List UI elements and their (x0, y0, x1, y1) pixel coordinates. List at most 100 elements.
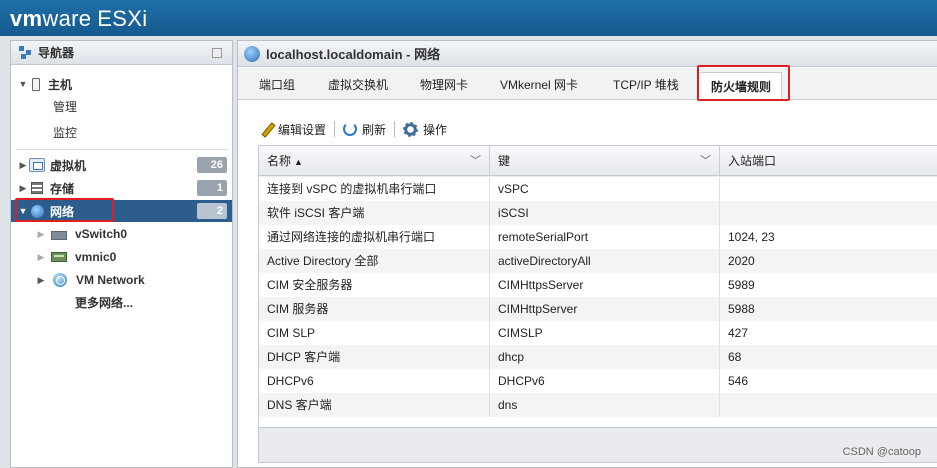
cell-inbound-ports (720, 177, 937, 201)
host-icon (32, 77, 40, 91)
expand-arrow-icon[interactable]: ▼ (17, 206, 29, 216)
expand-arrow-icon[interactable]: ▶ (17, 160, 29, 171)
cell-name: 通过网络连接的虚拟机串行端口 (259, 225, 490, 249)
cell-name: 连接到 vSPC 的虚拟机串行端口 (259, 177, 490, 201)
vswitch0-label: vSwitch0 (75, 227, 128, 241)
tab-physical-nics[interactable]: 物理网卡 (420, 76, 468, 93)
table-header: 名称 ▲ ﹀ 键 ﹀ 入站端口 (259, 146, 937, 176)
refresh-icon (343, 122, 358, 136)
cell-name: DHCPv6 (259, 369, 490, 393)
cell-inbound-ports: 68 (728, 350, 742, 364)
cell-key: remoteSerialPort (490, 225, 720, 249)
expand-arrow-icon[interactable]: ▼ (17, 79, 29, 89)
refresh-button[interactable]: 刷新 (343, 121, 386, 138)
table-row[interactable]: DNS 客户端 dns (259, 393, 937, 417)
vm-network-label: VM Network (76, 273, 145, 287)
tab-firewall-rules[interactable]: 防火墙规则 (698, 72, 783, 101)
tab-port-groups[interactable]: 端口组 (259, 76, 295, 93)
vmnic0-label: vmnic0 (75, 250, 117, 264)
column-header-inbound-ports[interactable]: 入站端口 (720, 146, 937, 176)
navigator-header: 导航器 (11, 41, 232, 65)
table-row[interactable]: CIM 服务器 CIMHttpServer 5988 (259, 297, 937, 321)
network-icon (31, 204, 44, 218)
column-header-name[interactable]: 名称 ▲ ﹀ (259, 146, 490, 176)
expand-arrow-icon[interactable]: ▶ (35, 275, 47, 286)
navigator-title: 导航器 (38, 46, 75, 60)
vms-count-badge: 26 (197, 157, 227, 173)
top-bar: vmware ESXi (0, 0, 937, 36)
vms-label: 虚拟机 (50, 158, 87, 173)
network-label: 网络 (50, 204, 75, 219)
expand-arrow-icon[interactable]: ▶ (17, 183, 29, 194)
cell-inbound-ports: 2020 (728, 254, 755, 268)
chevron-down-icon[interactable]: ﹀ (700, 146, 711, 176)
host-label: 主机 (48, 77, 73, 92)
expand-arrow-icon[interactable]: ▶ (35, 229, 47, 240)
toolbar-separator (334, 121, 336, 137)
switch-icon (51, 230, 67, 240)
gear-icon (403, 121, 419, 137)
tree-item-manage[interactable]: 管理 (11, 95, 232, 117)
main-header: localhost.localdomain - 网络 (238, 41, 937, 67)
column-name-label: 名称 (267, 154, 292, 168)
cell-inbound-ports: 5989 (728, 278, 755, 292)
column-key-label: 键 (498, 154, 511, 168)
more-networks-label: 更多网络... (75, 295, 134, 310)
table-row[interactable]: 通过网络连接的虚拟机串行端口 remoteSerialPort 1024, 23 (259, 225, 937, 249)
tree-item-storage[interactable]: ▶ 存储 1 (11, 177, 232, 199)
tree-item-vm-network[interactable]: ▶ VM Network (11, 269, 232, 291)
table-row[interactable]: DHCPv6 DHCPv6 546 (259, 369, 937, 393)
tab-bar: 端口组 虚拟交换机 物理网卡 VMkernel 网卡 TCP/IP 堆栈 防火墙… (238, 68, 937, 101)
table-row[interactable]: 连接到 vSPC 的虚拟机串行端口 vSPC (259, 177, 937, 201)
cell-name: 软件 iSCSI 客户端 (259, 201, 490, 225)
manage-label: 管理 (53, 99, 78, 114)
edit-settings-label: 编辑设置 (278, 122, 327, 137)
monitor-label: 监控 (53, 125, 78, 140)
vm-network-icon (53, 273, 67, 287)
tree-item-vms[interactable]: ▶ 虚拟机 26 (11, 154, 232, 176)
tab-tcpip-stacks[interactable]: TCP/IP 堆栈 (613, 76, 679, 93)
chevron-down-icon[interactable]: ﹀ (470, 146, 481, 176)
navigator-panel: 导航器 ▼ 主机 管理 监控 ▶ 虚拟机 26 ▶ 存储 1 ▼ 网络 2 ▶ … (10, 40, 233, 468)
tree-item-host[interactable]: ▼ 主机 (11, 73, 232, 95)
toolbar: 编辑设置 刷新 操作 (260, 119, 447, 139)
actions-label: 操作 (423, 122, 448, 137)
nic-icon (51, 252, 67, 262)
tree-item-monitor[interactable]: 监控 (11, 121, 232, 143)
table-body: 连接到 vSPC 的虚拟机串行端口 vSPC 软件 iSCSI 客户端 iSCSI 通过… (259, 177, 937, 427)
toolbar-separator (394, 121, 396, 137)
table-row[interactable]: DHCP 客户端 dhcp 68 (259, 345, 937, 369)
column-header-key[interactable]: 键 ﹀ (490, 146, 720, 176)
watermark: CSDN @catoop (842, 446, 921, 458)
cell-name: CIM SLP (259, 321, 490, 345)
collapse-navigator-button[interactable] (212, 48, 222, 58)
sort-ascending-icon: ▲ (294, 157, 303, 167)
storage-icon (31, 182, 43, 194)
tree-item-vswitch0[interactable]: ▶ vSwitch0 (11, 223, 232, 245)
cell-name: DHCP 客户端 (259, 345, 490, 369)
table-row[interactable]: Active Directory 全部 activeDirectoryAll 202… (259, 249, 937, 273)
actions-button[interactable]: 操作 (403, 121, 447, 138)
table-row[interactable]: 软件 iSCSI 客户端 iSCSI (259, 201, 937, 225)
cell-inbound-ports: 546 (728, 374, 749, 388)
cell-inbound-ports (720, 393, 937, 417)
tree-item-more-networks[interactable]: 更多网络... (11, 291, 232, 313)
column-inbound-ports-label: 入站端口 (728, 154, 777, 168)
tree-item-vmnic0[interactable]: ▶ vmnic0 (11, 246, 232, 268)
cell-key: vSPC (490, 177, 720, 201)
navigator-icon (19, 45, 33, 60)
cell-key: DHCPv6 (490, 369, 720, 393)
table-footer (259, 427, 937, 462)
table-row[interactable]: CIM 安全服务器 CIMHttpsServer 5989 (259, 273, 937, 297)
expand-arrow-icon[interactable]: ▶ (35, 252, 47, 263)
cell-inbound-ports (720, 201, 937, 225)
edit-settings-button[interactable]: 编辑设置 (260, 121, 326, 138)
table-row[interactable]: CIM SLP CIMSLP 427 (259, 321, 937, 345)
tree-item-network[interactable]: ▼ 网络 2 (11, 200, 232, 222)
tab-virtual-switches[interactable]: 虚拟交换机 (328, 76, 388, 93)
cell-key: CIMSLP (490, 321, 720, 345)
cell-name: CIM 安全服务器 (259, 273, 490, 297)
tab-vmkernel-nics[interactable]: VMkernel 网卡 (500, 76, 578, 93)
cell-name: Active Directory 全部 (259, 249, 490, 273)
cell-key: iSCSI (490, 201, 720, 225)
